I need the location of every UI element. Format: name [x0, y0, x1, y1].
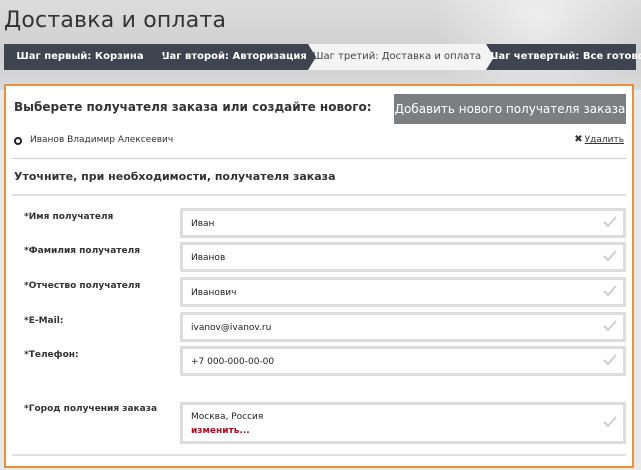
last-name-label: *Фамилия получателя [24, 246, 140, 256]
field-value: ivanov@ivanov.ru [191, 323, 272, 333]
patronymic-label: *Отчество получателя [24, 281, 141, 291]
recipient-option[interactable]: Иванов Владимир Алексеевич ✖ Удалить [12, 134, 626, 150]
page-title: Доставка и оплата [4, 8, 227, 33]
field-value: Иванович [191, 288, 237, 298]
first-name-label: *Имя получателя [24, 212, 114, 222]
patronymic-field[interactable]: Иванович [180, 277, 626, 307]
change-city-link[interactable]: изменить... [191, 426, 250, 436]
city-field[interactable]: Москва, Россия изменить... [180, 402, 626, 444]
radio-selected-icon[interactable] [14, 137, 22, 145]
step-arrow [156, 44, 164, 70]
check-icon [603, 250, 617, 262]
check-icon [603, 285, 617, 297]
field-value: Иван [191, 219, 215, 229]
step-label: Шаг третий: Доставка и оплата [312, 51, 482, 62]
step-authorization[interactable]: Шаг второй: Авторизация [156, 44, 316, 70]
check-icon [603, 216, 617, 228]
add-recipient-button[interactable]: Добавить нового получателя заказа [394, 94, 626, 124]
check-icon [603, 354, 617, 366]
step-label: Шаг первый: Корзина [16, 51, 144, 62]
step-label: Шаг второй: Авторизация [157, 51, 307, 62]
city-value: Москва, Россия [191, 412, 264, 422]
divider [12, 158, 626, 159]
delete-recipient-link[interactable]: ✖ Удалить [574, 134, 624, 145]
step-arrow [486, 44, 494, 70]
first-name-field[interactable]: Иван [180, 208, 626, 238]
choose-recipient-text: Выберете получателя заказа или создайте … [14, 100, 372, 114]
email-field[interactable]: ivanov@ivanov.ru [180, 312, 626, 342]
step-cart[interactable]: Шаг первый: Корзина [4, 44, 164, 70]
recipient-panel: Выберете получателя заказа или создайте … [4, 84, 634, 468]
checkout-steps: Шаг первый: Корзина Шаг второй: Авториза… [4, 44, 641, 70]
step-label: Шаг четвертый: Все готово! [486, 51, 641, 62]
check-icon [603, 320, 617, 332]
form-heading: Уточните, при необходимости, получателя … [14, 170, 336, 183]
field-value: Иванов [191, 253, 226, 263]
city-label: *Город получения заказа [24, 404, 158, 414]
field-value: +7 000-000-00-00 [191, 357, 275, 367]
phone-field[interactable]: +7 000-000-00-00 [180, 346, 626, 376]
close-icon: ✖ [574, 134, 583, 145]
check-icon [603, 416, 617, 428]
step-done[interactable]: Шаг четвертый: Все готово! [486, 44, 641, 70]
recipient-name: Иванов Владимир Алексеевич [30, 135, 174, 145]
delete-label: Удалить [584, 135, 624, 145]
step-arrow [308, 44, 316, 70]
phone-label: *Телефон: [24, 350, 79, 360]
divider [12, 454, 626, 456]
divider [12, 194, 626, 196]
last-name-field[interactable]: Иванов [180, 242, 626, 272]
step-delivery-payment[interactable]: Шаг третий: Доставка и оплата [308, 44, 494, 70]
email-label: *E-Mail: [24, 316, 64, 326]
